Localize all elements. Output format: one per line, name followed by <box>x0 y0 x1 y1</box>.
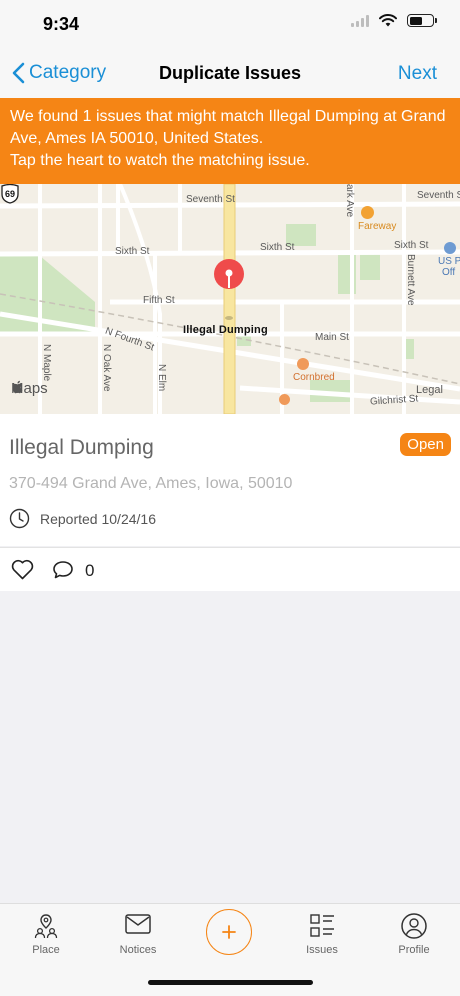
add-issue-button[interactable] <box>206 909 252 955</box>
status-icons <box>351 14 437 27</box>
issue-card[interactable]: Illegal Dumping Open 370-494 Grand Ave, … <box>0 414 460 546</box>
poi-label: Cornbred <box>293 372 335 383</box>
street-label: Sixth St <box>394 240 429 251</box>
street-label: Sixth St <box>115 246 150 257</box>
duplicate-issues-screen: 9:34 Category Duplicate Issues Next We f… <box>0 0 460 996</box>
street-label: ark Ave <box>344 184 355 218</box>
post-office-icon <box>444 242 456 254</box>
maps-logo: Maps <box>11 380 48 397</box>
navigation-bar: Category Duplicate Issues Next <box>0 50 460 98</box>
poi-us-post-office[interactable]: US P Off <box>438 242 460 278</box>
battery-icon <box>407 14 437 27</box>
status-badge: Open <box>400 433 451 456</box>
heart-icon[interactable] <box>11 559 34 580</box>
next-button[interactable]: Next <box>398 63 437 85</box>
clock-icon <box>9 508 30 529</box>
tab-label: Profile <box>398 944 430 956</box>
street-label: N Oak Ave <box>101 344 112 392</box>
poi-label: Off <box>442 267 456 278</box>
map-pin-icon[interactable] <box>213 258 245 324</box>
street-label: Fifth St <box>143 295 175 306</box>
back-button[interactable]: Category <box>12 62 106 84</box>
tab-profile[interactable]: Profile <box>368 904 460 964</box>
reported-date-row: Reported 10/24/16 <box>9 508 156 529</box>
status-bar: 9:34 <box>0 0 460 50</box>
restaurant-icon <box>279 394 290 405</box>
poi-label: US P <box>438 256 460 267</box>
wifi-icon <box>379 14 397 27</box>
tab-label: Issues <box>306 944 338 956</box>
street-label: Seventh St <box>186 194 235 205</box>
home-indicator[interactable] <box>148 980 313 985</box>
tab-label: Notices <box>119 944 157 956</box>
street-label: N Maple <box>41 344 52 382</box>
pin-label: Illegal Dumping <box>183 324 268 336</box>
restaurant-icon <box>297 358 309 370</box>
poi-cornbred[interactable]: Cornbred <box>293 358 335 383</box>
issue-address: 370-494 Grand Ave, Ames, Iowa, 50010 <box>9 475 293 492</box>
poi-fareway[interactable]: Fareway <box>358 206 396 232</box>
street-label: N Elm <box>156 364 167 392</box>
status-time: 9:34 <box>43 14 80 34</box>
comment-count: 0 <box>85 561 95 580</box>
banner-message: We found 1 issues that might match Illeg… <box>10 108 446 147</box>
tab-label: Place <box>32 944 60 956</box>
tab-issues[interactable]: Issues <box>276 904 368 964</box>
duplicate-notice-banner: We found 1 issues that might match Illeg… <box>0 98 460 184</box>
street-label: Burnett Ave <box>405 254 416 306</box>
tab-notices[interactable]: Notices <box>92 904 184 964</box>
tab-place[interactable]: Place <box>0 904 92 964</box>
highway-shield-icon: 69 <box>1 184 19 204</box>
envelope-icon <box>125 914 151 934</box>
issues-list-icon <box>310 914 334 937</box>
place-icon <box>34 914 58 939</box>
reported-date: Reported 10/24/16 <box>40 510 156 527</box>
plus-icon <box>222 925 236 939</box>
highway-number: 69 <box>5 189 15 199</box>
back-button-label: Category <box>29 62 107 83</box>
street-label: Main St <box>315 332 349 343</box>
issue-title: Illegal Dumping <box>9 436 154 459</box>
comment-icon[interactable] <box>52 560 74 580</box>
street-label: Sixth St <box>260 242 295 253</box>
grocery-icon <box>361 206 374 219</box>
street-label: Seventh St <box>417 190 460 201</box>
apple-logo-icon <box>12 380 23 394</box>
issue-actions: 0 <box>0 547 460 591</box>
cellular-signal-icon <box>351 14 369 27</box>
profile-icon <box>401 913 427 939</box>
street-label: Legal <box>416 384 443 396</box>
banner-instruction: Tap the heart to watch the matching issu… <box>10 152 310 169</box>
chevron-left-icon <box>12 62 25 84</box>
poi-label: Fareway <box>358 221 397 232</box>
map-view[interactable]: Seventh St Seventh St Sixth St Sixth St … <box>0 184 460 414</box>
